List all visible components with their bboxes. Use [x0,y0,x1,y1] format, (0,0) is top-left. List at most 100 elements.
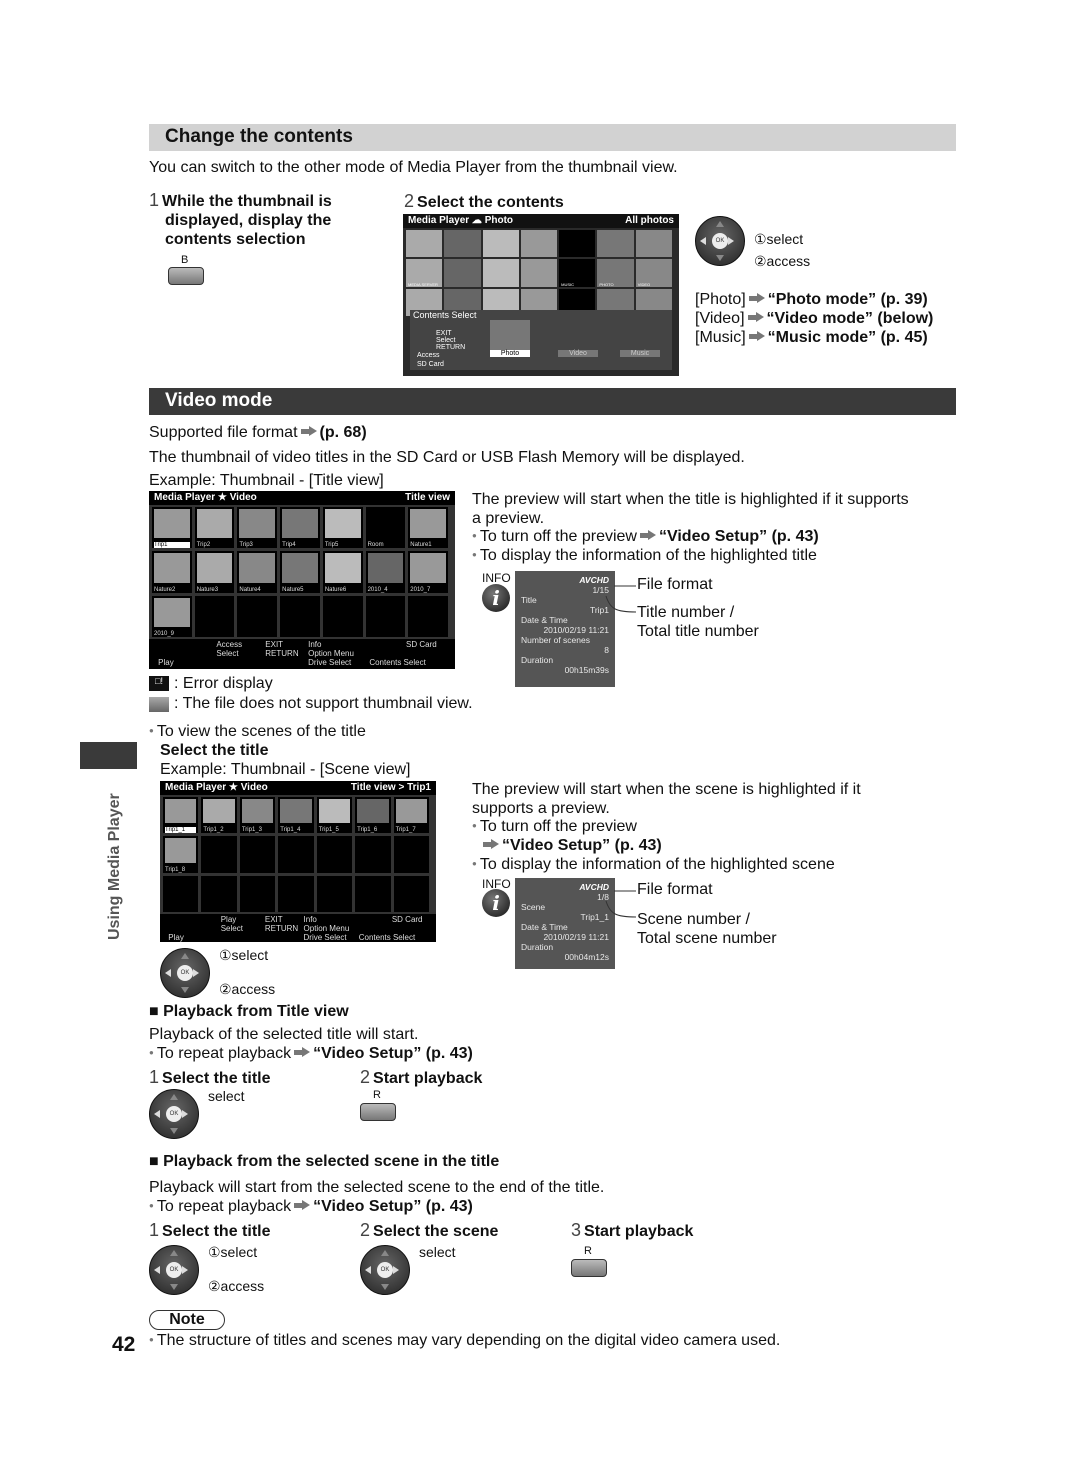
photo-thumbnail[interactable] [444,230,481,258]
step-3: 3 Start playback [571,1220,694,1240]
thumbnail[interactable]: Trip1 [152,507,192,549]
link-photo-mode[interactable]: [Photo] “Photo mode” (p. 39) [695,290,933,309]
thumbnail[interactable] [194,595,235,637]
photo-thumbnail[interactable] [520,259,558,287]
thumbnail[interactable] [355,836,391,873]
link-video-mode[interactable]: [Video] “Video mode” (below) [695,309,933,328]
callout-file-format-2: File format [637,881,713,898]
thumbnail[interactable]: Trip1_6 [355,797,391,834]
thumbnail[interactable] [280,595,320,637]
thumbnail[interactable] [393,836,429,873]
thumbnail[interactable]: Nature4 [237,551,278,593]
error-display-text: : Error display [174,675,273,692]
photo-thumbnail[interactable] [406,230,443,258]
blue-button-b[interactable] [168,267,204,285]
photo-thumbnail[interactable]: MUSIC [559,259,596,287]
ok-cursor-pad[interactable]: OK [695,216,745,266]
photo-thumbnail[interactable] [444,259,481,287]
scene-view-screen: Media Player ★ Title view > Trip1VideoTi… [160,781,436,942]
thumbnail[interactable]: Trip1_5 [316,797,353,834]
thumbnail[interactable]: Trip2 [194,507,235,549]
thumbnail-label: Trip5 [324,542,339,549]
photo-thumbnail[interactable] [482,230,519,258]
thumbnail-label: Trip4 [282,542,296,549]
thumbnail-label: Trip3 [239,542,253,549]
thumbnail-label: 2010_4 [367,586,388,593]
thumbnail[interactable]: Trip5 [322,507,363,549]
thumbnail[interactable] [278,875,314,912]
thumbnail[interactable]: Trip3 [237,507,278,549]
thumbnail[interactable]: 2010_9 [152,595,192,637]
screen-header: Media Player ★ Video Title view [149,491,455,505]
photo-thumbnail[interactable] [635,230,672,258]
photo-thumbnail[interactable]: PHOTO [597,259,634,287]
thumbnail[interactable] [365,595,406,637]
thumbnail[interactable]: Trip1_8 [163,836,199,873]
thumbnail[interactable] [408,595,448,637]
thumbnail-image [282,509,318,539]
info-field-label: Duration [521,942,554,952]
info-field-label: Title [521,595,537,605]
thumbnail[interactable] [239,875,276,912]
thumbnail[interactable] [316,836,353,873]
thumbnail[interactable] [163,875,199,912]
thumbnail[interactable]: Room [365,507,406,549]
thumbnail[interactable] [322,595,363,637]
thumbnail[interactable]: Trip1_4 [278,797,314,834]
thumbnail[interactable]: Trip1_7 [393,797,429,834]
thumbnail[interactable] [393,875,429,912]
thumbnail[interactable] [355,875,391,912]
thumbnail-label: Nature1 [410,542,432,549]
view-scenes: To view the scenes of the title [149,723,366,741]
thumbnail[interactable] [278,836,314,873]
pad-access-label: ②access [208,1278,265,1294]
option-music-label[interactable]: Music [620,350,660,357]
option-video-label[interactable]: Video [558,350,598,357]
thumbnail[interactable]: Nature5 [280,551,320,593]
scene-thumbnail-grid: Trip1_1 Trip1_2 Trip1_3 Trip1_4 Trip1_5 Trip1… [163,797,429,912]
info-button-icon[interactable]: i [482,584,510,612]
photo-thumbnail[interactable] [520,230,558,258]
red-button-r[interactable] [360,1103,396,1121]
thumbnail[interactable]: Nature2 [152,551,192,593]
ok-cursor-pad[interactable]: OK [149,1245,199,1295]
photo-thumbnail[interactable]: MEDIA SERVER [406,259,443,287]
thumbnail[interactable] [201,875,237,912]
ok-cursor-pad[interactable]: OK [360,1245,410,1295]
thumbnail[interactable] [316,875,353,912]
photo-thumbnail-grid: MEDIA SERVER MUSIC PHOTO VIDEO [406,230,672,316]
info-field-value: Trip1 [589,605,609,615]
info-button-icon[interactable]: i [482,889,510,917]
thumbnail-label: PHOTO [599,281,614,287]
thumbnail[interactable]: Trip1_1 [163,797,199,834]
footer-drive: SD Card [391,915,423,924]
photo-thumbnail[interactable] [559,230,596,258]
photo-thumbnail[interactable]: VIDEO [635,259,672,287]
option-photo[interactable] [490,320,530,354]
ok-cursor-pad[interactable]: OK [149,1089,199,1139]
thumbnail[interactable]: Nature1 [408,507,448,549]
thumbnail-label: MUSIC [561,281,575,287]
thumbnail[interactable]: 2010_4 [365,551,406,593]
thumbnail-label: Trip1_4 [280,827,301,834]
option-photo-label[interactable]: Photo [490,350,530,357]
photo-thumbnail[interactable] [597,230,634,258]
thumbnail[interactable] [237,595,278,637]
thumbnail-label: Trip1_8 [165,866,186,873]
photo-thumbnail[interactable] [482,259,519,287]
thumbnail[interactable] [201,836,237,873]
thumbnail[interactable]: Trip1_3 [239,797,276,834]
thumbnail[interactable] [239,836,276,873]
step-1: 1 Select the title [149,1067,271,1087]
thumbnail[interactable]: 2010_7 [408,551,448,593]
callout-lines [605,585,637,613]
thumbnail[interactable]: Trip1_2 [201,797,237,834]
thumbnail[interactable]: Trip4 [280,507,320,549]
link-music-mode[interactable]: [Music] “Music mode” (p. 45) [695,328,933,347]
pad-select-label: ①select [219,947,269,963]
thumbnail[interactable]: Nature3 [194,551,235,593]
ok-cursor-pad[interactable]: OK [160,948,210,998]
red-button-r[interactable] [571,1259,607,1277]
thumbnail[interactable]: Nature6 [322,551,363,593]
thumbnail-image [367,553,404,583]
